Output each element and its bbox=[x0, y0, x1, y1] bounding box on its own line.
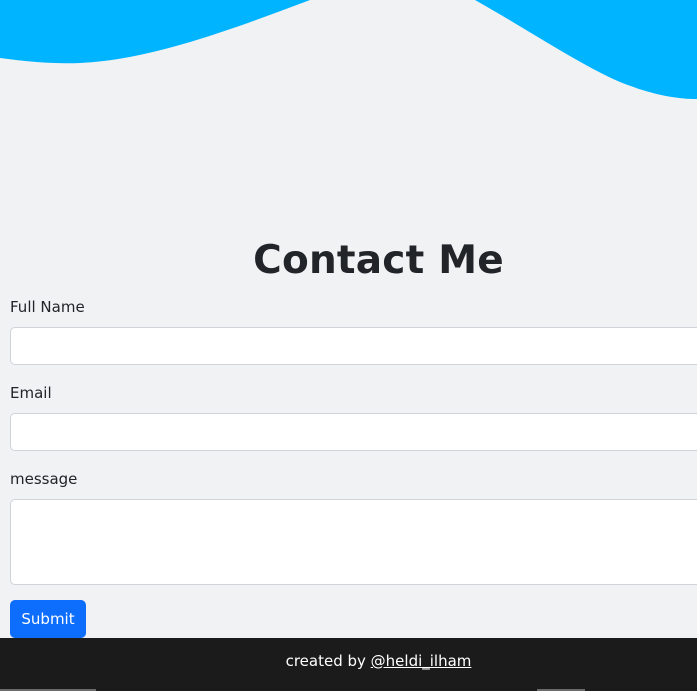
submit-button[interactable]: Submit bbox=[10, 600, 86, 638]
author-link[interactable]: @heldi_ilham bbox=[371, 652, 472, 670]
message-label: message bbox=[10, 470, 78, 488]
contact-page: Contact Me Full Name Email message Submi… bbox=[0, 0, 697, 691]
email-group: Email bbox=[10, 383, 697, 451]
footer-credit: created by @heldi_ilham bbox=[0, 651, 697, 671]
full-name-group: Full Name bbox=[10, 297, 697, 365]
email-field[interactable] bbox=[10, 413, 697, 451]
wave-shape bbox=[0, 0, 697, 99]
footer-credit-prefix: created by bbox=[285, 652, 366, 670]
message-textarea[interactable] bbox=[10, 499, 697, 585]
page-title: Contact Me bbox=[253, 238, 504, 283]
footer: created by @heldi_ilham bbox=[0, 638, 697, 691]
full-name-input[interactable] bbox=[10, 327, 697, 365]
contact-form: Full Name Email message bbox=[10, 296, 697, 603]
message-group: message bbox=[10, 469, 697, 585]
email-label: Email bbox=[10, 384, 52, 402]
header-wave-decoration bbox=[0, 0, 697, 99]
full-name-label: Full Name bbox=[10, 298, 85, 316]
